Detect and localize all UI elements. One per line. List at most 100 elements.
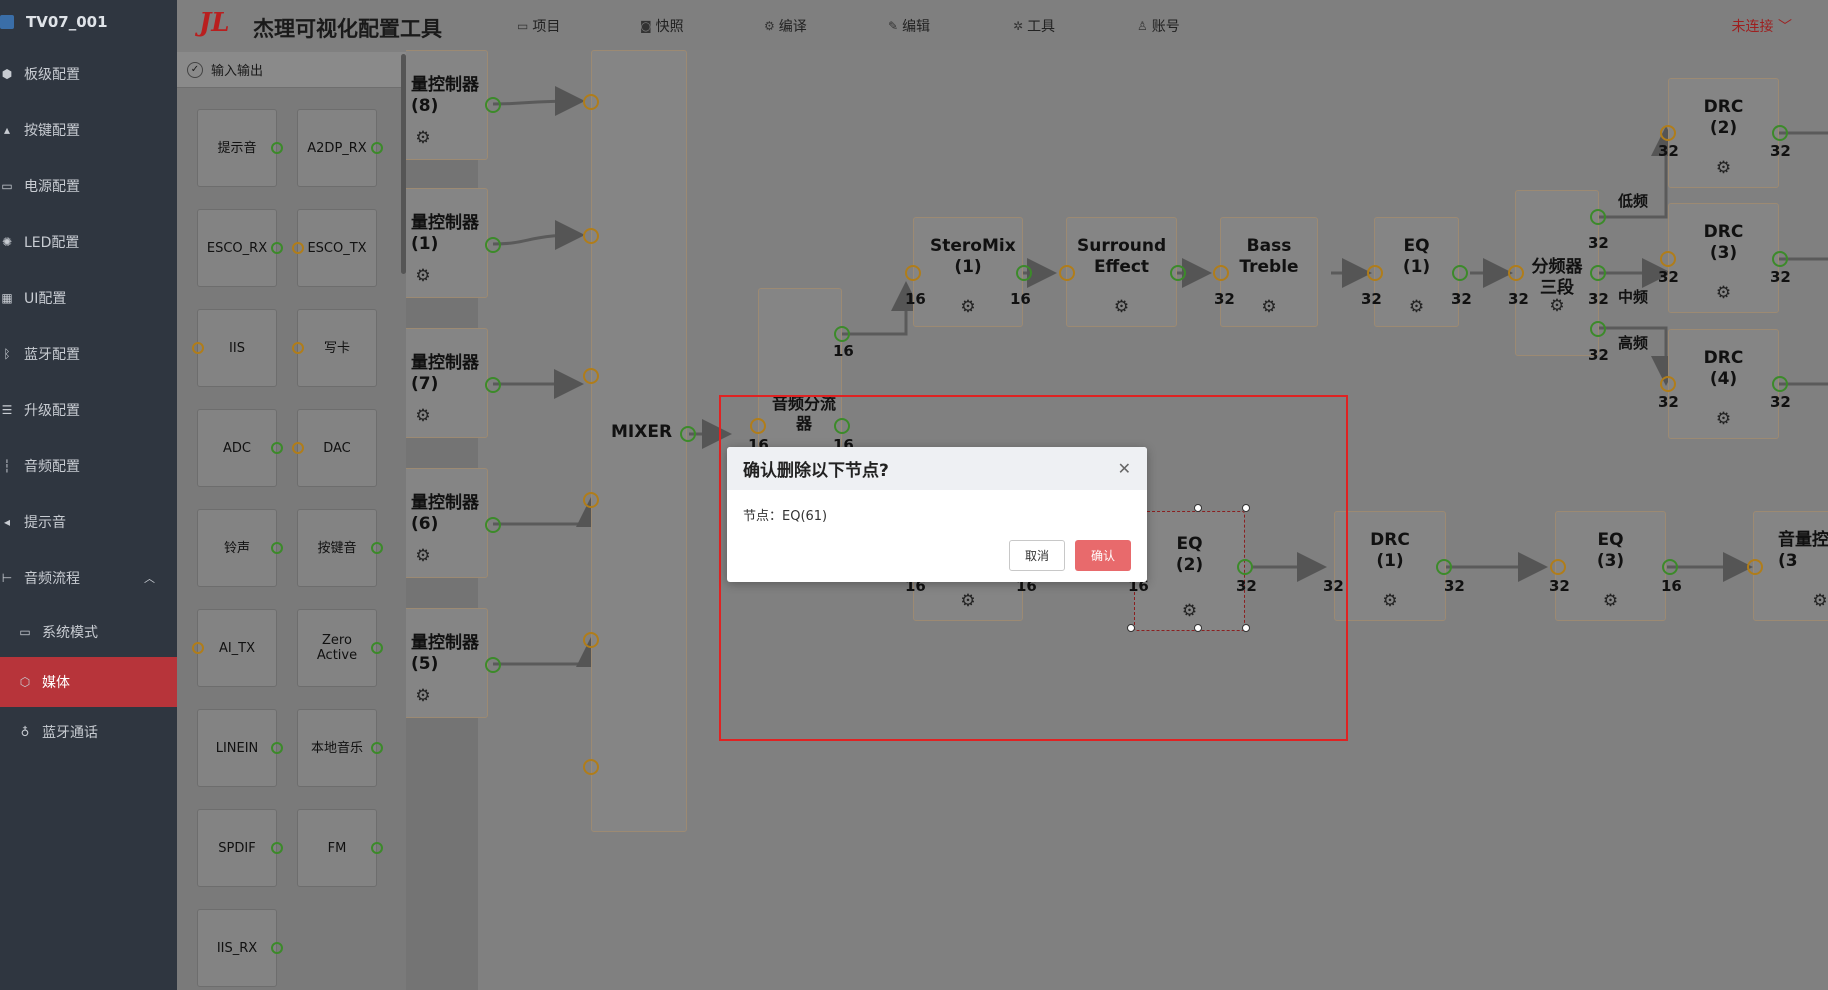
input-port[interactable] <box>1747 559 1763 575</box>
menu-project[interactable]: ▭ 项目 <box>517 16 560 36</box>
input-port[interactable] <box>1550 559 1566 575</box>
input-port[interactable] <box>583 632 599 648</box>
palette-card-prompt[interactable]: 提示音 <box>197 109 283 187</box>
gear-icon[interactable]: ⚙ <box>1716 283 1731 304</box>
sidebar-item-keys[interactable]: ▴ 按键配置 <box>0 110 177 150</box>
gear-icon[interactable]: ⚙ <box>1261 297 1276 318</box>
gear-icon[interactable]: ⚙ <box>415 128 430 149</box>
bass-treble-node[interactable]: Bass Treble ⚙ <box>1220 217 1318 327</box>
connection-status[interactable]: 未连接 ﹀ <box>1732 16 1792 36</box>
output-port[interactable] <box>271 942 283 954</box>
sidebar-item-upgrade[interactable]: ☰ 升级配置 <box>0 390 177 430</box>
menu-compile[interactable]: ⚙ 编译 <box>764 16 807 36</box>
palette-card-dac[interactable]: DAC <box>292 409 377 487</box>
input-port[interactable] <box>1660 251 1676 267</box>
output-port[interactable] <box>371 742 383 754</box>
palette-card-esco-rx[interactable]: ESCO_RX <box>197 209 283 287</box>
gear-icon[interactable]: ⚙ <box>1716 158 1731 179</box>
eq1-node[interactable]: EQ (1) ⚙ <box>1374 217 1459 327</box>
volume-controller-node[interactable]: 量控制器 (8) ⚙ <box>406 50 488 160</box>
palette-card-key-tone[interactable]: 按键音 <box>297 509 383 587</box>
sidebar-subitem-bt-call[interactable]: ♁ 蓝牙通话 <box>0 712 177 752</box>
palette-card-a2dp-rx[interactable]: A2DP_RX <box>297 109 383 187</box>
gear-icon[interactable]: ⚙ <box>1382 591 1397 612</box>
menu-account[interactable]: ♙ 账号 <box>1137 16 1180 36</box>
cancel-button[interactable]: 取消 <box>1009 540 1065 571</box>
gear-icon[interactable]: ⚙ <box>415 546 430 567</box>
output-port[interactable] <box>371 142 383 154</box>
output-port[interactable] <box>834 326 850 342</box>
volume-controller-node[interactable]: 量控制器 (5) ⚙ <box>406 608 488 718</box>
drc3-node[interactable]: DRC (3) ⚙ <box>1668 203 1779 313</box>
gear-icon[interactable]: ⚙ <box>960 297 975 318</box>
sidebar-item-led[interactable]: ✺ LED配置 <box>0 222 177 262</box>
input-port[interactable] <box>583 759 599 775</box>
steromix-node[interactable]: SteroMix (1) ⚙ <box>913 217 1023 327</box>
menu-snapshot[interactable]: ◙ 快照 <box>640 16 684 36</box>
output-port[interactable] <box>371 542 383 554</box>
output-port[interactable] <box>371 842 383 854</box>
output-port[interactable] <box>485 237 501 253</box>
output-port[interactable] <box>1452 265 1468 281</box>
close-icon[interactable]: ✕ <box>1118 459 1131 478</box>
output-port[interactable] <box>1170 265 1186 281</box>
volume-node[interactable]: 音量控 (3 ⚙ <box>1753 511 1828 621</box>
output-port[interactable] <box>1590 265 1606 281</box>
gear-icon[interactable]: ⚙ <box>1812 591 1827 612</box>
input-port[interactable] <box>583 492 599 508</box>
output-port[interactable] <box>271 442 283 454</box>
input-port[interactable] <box>292 242 304 254</box>
output-port[interactable] <box>680 426 696 442</box>
input-port[interactable] <box>905 265 921 281</box>
input-port[interactable] <box>583 228 599 244</box>
menu-edit[interactable]: ✎ 编辑 <box>888 16 930 36</box>
sidebar-item-bluetooth[interactable]: ᛒ 蓝牙配置 <box>0 334 177 374</box>
input-port[interactable] <box>1059 265 1075 281</box>
input-port[interactable] <box>292 442 304 454</box>
gear-icon[interactable]: ⚙ <box>1603 591 1618 612</box>
input-port[interactable] <box>1213 265 1229 281</box>
output-port[interactable] <box>1436 559 1452 575</box>
output-port[interactable] <box>271 242 283 254</box>
output-port[interactable] <box>1772 125 1788 141</box>
palette-card-esco-tx[interactable]: ESCO_TX <box>292 209 377 287</box>
output-port[interactable] <box>271 742 283 754</box>
sidebar-item-power[interactable]: ▭ 电源配置 <box>0 166 177 206</box>
input-port[interactable] <box>192 642 204 654</box>
input-port[interactable] <box>583 368 599 384</box>
palette-card-ringtone[interactable]: 铃声 <box>197 509 283 587</box>
project-title[interactable]: TV07_001 <box>0 10 108 34</box>
crossover-node[interactable]: 分频器三段 ⚙ <box>1515 190 1599 356</box>
drc1-node[interactable]: DRC (1) ⚙ <box>1334 511 1446 621</box>
gear-icon[interactable]: ⚙ <box>1549 296 1564 317</box>
gear-icon[interactable]: ⚙ <box>415 266 430 287</box>
palette-card-ai-tx[interactable]: AI_TX <box>192 609 277 687</box>
menu-tools[interactable]: ✲ 工具 <box>1013 16 1055 36</box>
output-port[interactable] <box>371 642 383 654</box>
drc2-node[interactable]: DRC (2) ⚙ <box>1668 78 1779 188</box>
palette-card-linein[interactable]: LINEIN <box>197 709 283 787</box>
volume-controller-node[interactable]: 量控制器 (7) ⚙ <box>406 328 488 438</box>
palette-card-spdif[interactable]: SPDIF <box>197 809 283 887</box>
input-port[interactable] <box>292 342 304 354</box>
input-port[interactable] <box>1660 125 1676 141</box>
sidebar-subitem-media[interactable]: ⬡ 媒体 <box>0 657 177 707</box>
output-port[interactable] <box>271 142 283 154</box>
drc4-node[interactable]: DRC (4) ⚙ <box>1668 329 1779 439</box>
output-port[interactable] <box>1590 321 1606 337</box>
output-port[interactable] <box>485 97 501 113</box>
volume-controller-node[interactable]: 量控制器 (6) ⚙ <box>406 468 488 578</box>
sidebar-subitem-system-mode[interactable]: ▭ 系统模式 <box>0 612 177 652</box>
sidebar-item-audio[interactable]: ┆ 音频配置 <box>0 446 177 486</box>
gear-icon[interactable]: ⚙ <box>1716 409 1731 430</box>
sidebar-item-audio-flow[interactable]: ⊢ 音频流程 ︿ <box>0 558 177 598</box>
gear-icon[interactable]: ⚙ <box>415 406 430 427</box>
surround-node[interactable]: Surround Effect ⚙ <box>1066 217 1177 327</box>
sidebar-item-board[interactable]: ⬢ 板级配置 <box>0 54 177 94</box>
palette-card-iis[interactable]: IIS <box>192 309 277 387</box>
output-port[interactable] <box>485 377 501 393</box>
output-port[interactable] <box>485 517 501 533</box>
input-port[interactable] <box>1508 265 1524 281</box>
input-port[interactable] <box>583 94 599 110</box>
output-port[interactable] <box>271 542 283 554</box>
